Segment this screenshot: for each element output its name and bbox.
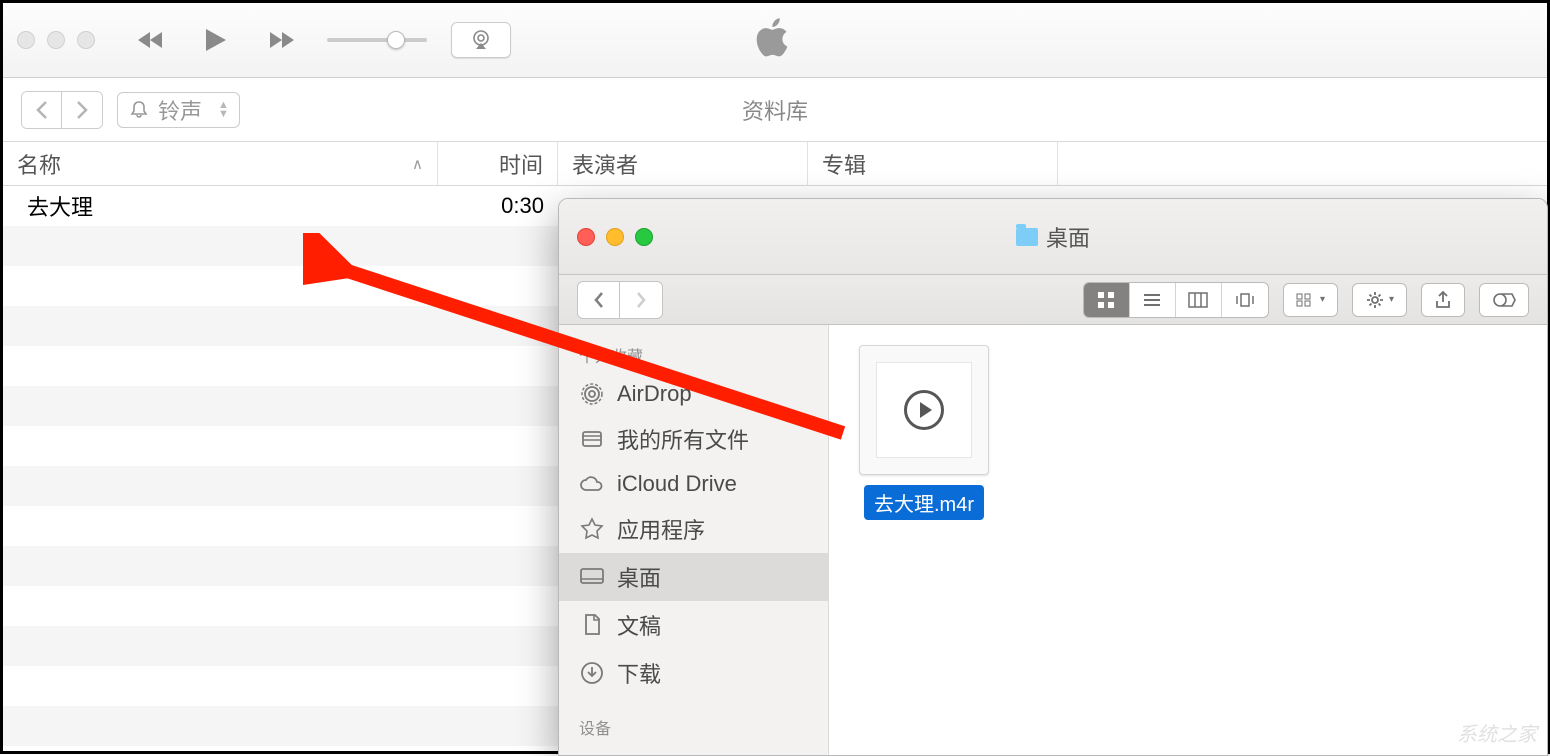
play-button[interactable]: [199, 23, 233, 57]
tags-button[interactable]: [1479, 283, 1529, 317]
library-dropdown[interactable]: 铃声 ▲▼: [117, 92, 240, 128]
nav-arrows: [21, 91, 103, 129]
file-thumbnail: [859, 345, 989, 475]
table-header: 名称 ∧ 时间 表演者 专辑: [3, 142, 1547, 186]
itunes-toolbar: [3, 3, 1547, 78]
forward-button[interactable]: [620, 282, 662, 318]
list-view-button[interactable]: [1130, 283, 1176, 317]
file-item[interactable]: 去大理.m4r: [849, 345, 999, 520]
maximize-button[interactable]: [635, 228, 653, 246]
back-button[interactable]: [22, 92, 62, 128]
folder-icon: [1016, 228, 1038, 246]
volume-slider[interactable]: [327, 38, 427, 42]
airdrop-icon: [579, 381, 605, 407]
finder-sidebar: 个人收藏 AirDrop 我的所有文件 iCloud Drive 应用程序 桌面: [559, 325, 829, 755]
bell-icon: [128, 99, 150, 121]
tag-icon: [1492, 292, 1516, 308]
view-mode-segment: [1083, 282, 1269, 318]
forward-button[interactable]: [62, 92, 102, 128]
track-name: 去大理: [3, 190, 438, 222]
downloads-icon: [579, 660, 605, 686]
finder-nav: [577, 281, 663, 319]
coverflow-view-button[interactable]: [1222, 283, 1268, 317]
library-dropdown-label: 铃声: [158, 94, 202, 126]
playback-controls: [135, 23, 297, 57]
finder-toolbar: ▾ ▾: [559, 275, 1547, 325]
apple-logo-icon: [755, 15, 795, 66]
finder-content[interactable]: 去大理.m4r: [829, 325, 1547, 755]
finder-window-controls: [577, 228, 653, 246]
sidebar-item-downloads[interactable]: 下载: [559, 649, 828, 697]
maximize-button[interactable]: [77, 31, 95, 49]
column-album[interactable]: 专辑: [808, 142, 1058, 185]
sidebar-item-allfiles[interactable]: 我的所有文件: [559, 415, 828, 463]
sort-asc-icon: ∧: [412, 155, 423, 173]
column-time[interactable]: 时间: [438, 142, 558, 185]
file-name: 去大理.m4r: [864, 485, 984, 520]
arrange-button[interactable]: ▾: [1283, 283, 1338, 317]
close-button[interactable]: [17, 31, 35, 49]
airplay-button[interactable]: [451, 22, 511, 58]
applications-icon: [579, 516, 605, 542]
minimize-button[interactable]: [47, 31, 65, 49]
finder-titlebar: 桌面: [559, 199, 1547, 275]
track-time: 0:30: [438, 193, 558, 219]
icloud-icon: [579, 471, 605, 497]
column-artist[interactable]: 表演者: [558, 142, 808, 185]
column-view-button[interactable]: [1176, 283, 1222, 317]
sidebar-item-desktop[interactable]: 桌面: [559, 553, 828, 601]
gear-icon: [1365, 290, 1385, 310]
finder-window: 桌面 ▾ ▾ 个人收藏 AirDrop 我的所有文件: [558, 198, 1548, 756]
chevron-updown-icon: ▲▼: [218, 101, 229, 119]
previous-button[interactable]: [135, 23, 169, 57]
volume-control[interactable]: [327, 38, 427, 42]
sidebar-item-apps[interactable]: 应用程序: [559, 505, 828, 553]
minimize-button[interactable]: [606, 228, 624, 246]
window-controls: [17, 31, 95, 49]
back-button[interactable]: [578, 282, 620, 318]
itunes-nav-bar: 铃声 ▲▼ 资料库: [3, 78, 1547, 142]
next-button[interactable]: [263, 23, 297, 57]
library-title: 资料库: [742, 94, 808, 126]
desktop-icon: [579, 564, 605, 590]
share-icon: [1434, 290, 1452, 310]
column-name[interactable]: 名称 ∧: [3, 142, 438, 185]
action-button[interactable]: ▾: [1352, 283, 1407, 317]
sidebar-item-airdrop[interactable]: AirDrop: [559, 373, 828, 415]
finder-title: 桌面: [1016, 221, 1090, 253]
close-button[interactable]: [577, 228, 595, 246]
watermark: 系统之家: [1457, 718, 1537, 747]
documents-icon: [579, 612, 605, 638]
icon-view-button[interactable]: [1084, 283, 1130, 317]
allfiles-icon: [579, 426, 605, 452]
sidebar-item-icloud[interactable]: iCloud Drive: [559, 463, 828, 505]
play-icon: [904, 390, 944, 430]
sidebar-item-documents[interactable]: 文稿: [559, 601, 828, 649]
share-button[interactable]: [1421, 283, 1465, 317]
sidebar-section-devices: 设备: [559, 709, 828, 745]
finder-body: 个人收藏 AirDrop 我的所有文件 iCloud Drive 应用程序 桌面: [559, 325, 1547, 755]
sidebar-section-favorites: 个人收藏: [559, 337, 828, 373]
